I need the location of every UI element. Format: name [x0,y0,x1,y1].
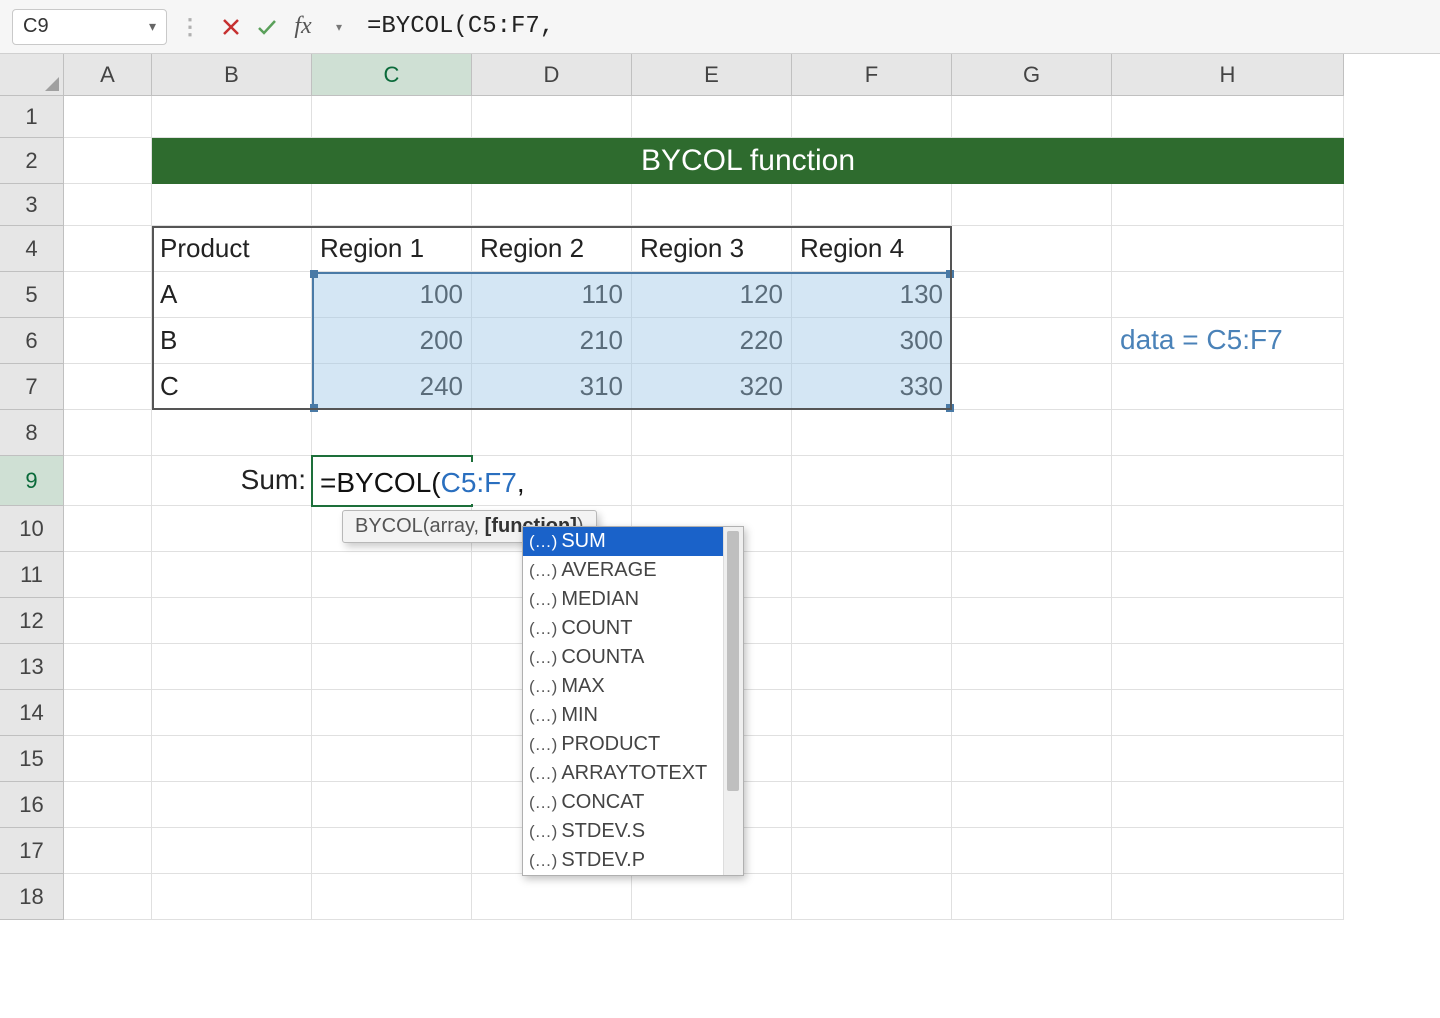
suggestion-item[interactable]: (…)CONCAT [523,788,723,817]
table-cell: 200 [312,318,472,364]
table-cell: 100 [312,272,472,318]
suggestion-item[interactable]: (…)COUNTA [523,643,723,672]
name-box-value: C9 [23,15,49,38]
chevron-down-icon: ▾ [336,20,342,34]
banner-title: BYCOL function [152,138,1344,184]
row-headers: 123456789101112131415161718 [0,96,64,920]
enter-button[interactable] [251,11,283,43]
row-header[interactable]: 17 [0,828,64,874]
table-cell: B [152,318,312,364]
table-header: Region 2 [472,226,632,272]
table-cell: 220 [632,318,792,364]
row-header[interactable]: 13 [0,644,64,690]
column-header[interactable]: G [952,54,1112,96]
column-header[interactable]: D [472,54,632,96]
row-header[interactable]: 8 [0,410,64,456]
suggestion-item[interactable]: (…)ARRAYTOTEXT [523,759,723,788]
table-header: Region 4 [792,226,952,272]
table-cell: 310 [472,364,632,410]
row-header[interactable]: 5 [0,272,64,318]
function-suggestions[interactable]: (…)SUM(…)AVERAGE(…)MEDIAN(…)COUNT(…)COUN… [522,526,744,876]
table-cell: C [152,364,312,410]
suggestion-item[interactable]: (…)STDEV.P [523,846,723,875]
column-headers: ABCDEFGH [64,54,1344,96]
table-cell: 120 [632,272,792,318]
row-header[interactable]: 10 [0,506,64,552]
suggestion-item[interactable]: (…)COUNT [523,614,723,643]
insert-function-button[interactable]: fx [287,11,319,43]
row-header[interactable]: 7 [0,364,64,410]
suggestion-item[interactable]: (…)MAX [523,672,723,701]
table-cell: A [152,272,312,318]
table-cell: 110 [472,272,632,318]
column-header[interactable]: C [312,54,472,96]
table-cell: 240 [312,364,472,410]
formula-bar: C9 ▾ ⋮ fx ▾ [0,0,1440,54]
column-header[interactable]: A [64,54,152,96]
table-cell: 320 [632,364,792,410]
row-header[interactable]: 2 [0,138,64,184]
sum-label: Sum: [152,464,312,496]
row-header[interactable]: 12 [0,598,64,644]
table-cell: 130 [792,272,952,318]
row-header[interactable]: 1 [0,96,64,138]
separator-icon: ⋮ [179,14,201,40]
table-cell: 300 [792,318,952,364]
suggestion-item[interactable]: (…)PRODUCT [523,730,723,759]
row-header[interactable]: 18 [0,874,64,920]
formula-dropdown-button[interactable]: ▾ [323,11,355,43]
suggestion-item[interactable]: (…)STDEV.S [523,817,723,846]
row-header[interactable]: 14 [0,690,64,736]
row-header[interactable]: 11 [0,552,64,598]
row-header[interactable]: 15 [0,736,64,782]
row-header[interactable]: 9 [0,456,64,506]
suggestion-item[interactable]: (…)SUM [523,527,723,556]
table-header: Region 3 [632,226,792,272]
row-header[interactable]: 3 [0,184,64,226]
table-cell: 210 [472,318,632,364]
formula-input[interactable] [357,9,1440,45]
row-header[interactable]: 16 [0,782,64,828]
row-header[interactable]: 6 [0,318,64,364]
table-cell: 330 [792,364,952,410]
fx-icon: fx [294,13,311,40]
select-all-corner[interactable] [0,54,64,96]
column-header[interactable]: H [1112,54,1344,96]
column-header[interactable]: E [632,54,792,96]
annotation-text: data = C5:F7 [1120,324,1283,356]
suggestion-item[interactable]: (…)MIN [523,701,723,730]
scrollbar[interactable] [723,527,743,875]
row-header[interactable]: 4 [0,226,64,272]
suggestion-item[interactable]: (…)MEDIAN [523,585,723,614]
column-header[interactable]: F [792,54,952,96]
suggestion-item[interactable]: (…)AVERAGE [523,556,723,585]
column-header[interactable]: B [152,54,312,96]
cell-formula-editing[interactable]: =BYCOL(C5:F7, [316,462,529,504]
check-icon [256,16,278,38]
x-icon [221,17,241,37]
name-box[interactable]: C9 ▾ [12,9,167,45]
table-header: Product [152,226,312,272]
chevron-down-icon: ▾ [149,18,156,35]
table-header: Region 1 [312,226,472,272]
cancel-button[interactable] [215,11,247,43]
